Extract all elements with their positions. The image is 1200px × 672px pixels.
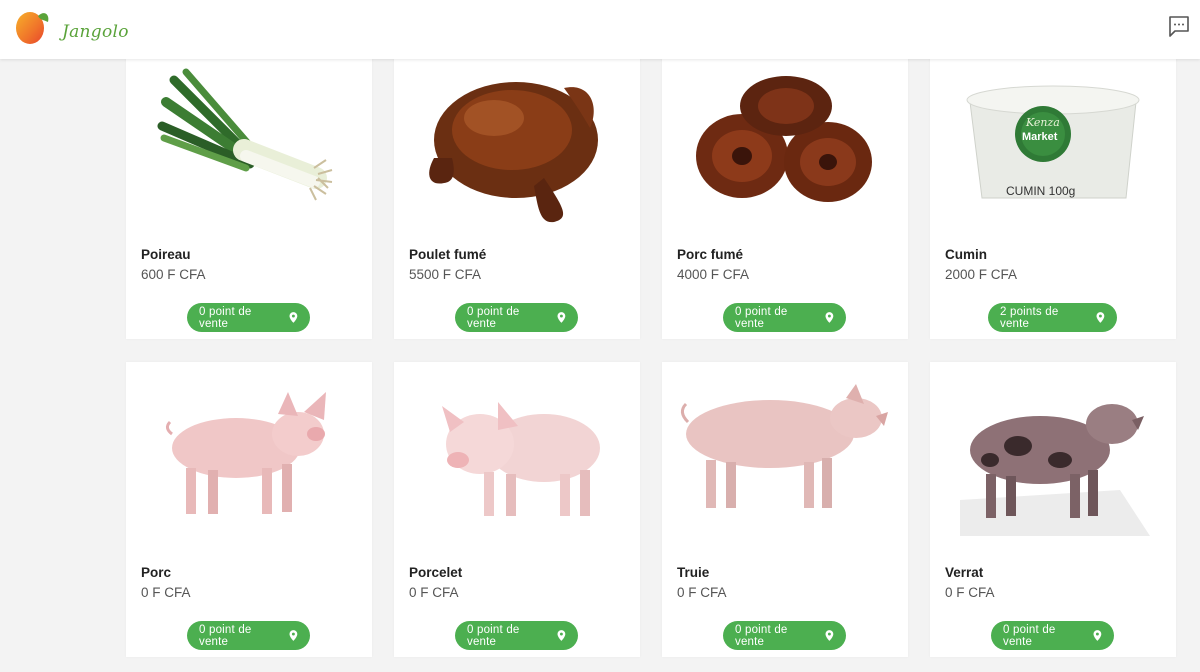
product-card[interactable]: Verrat 0 F CFA 0 point de vente: [930, 362, 1176, 657]
product-price: 600 F CFA: [141, 267, 206, 282]
points-of-sale-button[interactable]: 0 point de vente: [187, 303, 310, 332]
product-name: Porc fumé: [677, 247, 744, 262]
tub-label-market: Market: [1022, 131, 1058, 143]
points-of-sale-label: 0 point de vente: [735, 305, 788, 330]
points-of-sale-button[interactable]: 0 point de vente: [723, 621, 846, 650]
product-price: 4000 F CFA: [677, 267, 750, 282]
points-of-sale-label: 0 point de vente: [467, 305, 520, 330]
location-pin-icon: [1096, 312, 1105, 323]
product-name: Porc: [141, 565, 172, 580]
cumin-tub-image: Kenza Market CUMIN 100g: [930, 80, 1176, 210]
points-of-sale-label: 0 point de vente: [199, 623, 252, 648]
smoked-pork-image: [662, 70, 908, 210]
points-of-sale-label: 0 point de vente: [199, 305, 252, 330]
product-price: 5500 F CFA: [409, 267, 482, 282]
location-pin-icon: [289, 630, 298, 641]
piglet-image: [394, 386, 640, 526]
location-pin-icon: [825, 630, 834, 641]
pig-image: [126, 384, 372, 524]
product-name: Cumin: [945, 247, 987, 262]
product-price: 0 F CFA: [945, 585, 995, 600]
points-of-sale-button[interactable]: 2 points de vente: [988, 303, 1117, 332]
product-price: 2000 F CFA: [945, 267, 1018, 282]
product-price: 0 F CFA: [677, 585, 727, 600]
product-price: 0 F CFA: [409, 585, 459, 600]
smoked-chicken-image: [394, 58, 640, 226]
location-pin-icon: [557, 630, 566, 641]
product-name: Truie: [677, 565, 710, 580]
points-of-sale-button[interactable]: 0 point de vente: [723, 303, 846, 332]
product-card[interactable]: Porc 0 F CFA 0 point de vente: [126, 362, 372, 657]
jangolo-logo[interactable]: Jangolo: [14, 8, 128, 48]
points-of-sale-label: 2 points de vente: [1000, 305, 1059, 330]
boar-image: [930, 390, 1176, 536]
points-of-sale-button[interactable]: 0 point de vente: [991, 621, 1114, 650]
product-name: Poireau: [141, 247, 191, 262]
product-price: 0 F CFA: [141, 585, 191, 600]
product-card[interactable]: Porcelet 0 F CFA 0 point de vente: [394, 362, 640, 657]
product-name: Verrat: [945, 565, 984, 580]
product-grid: Poireau 600 F CFA 0 point de vente Poule…: [0, 0, 1200, 672]
points-of-sale-label: 0 point de vente: [735, 623, 788, 648]
product-name: Poulet fumé: [409, 247, 487, 262]
leek-image: [126, 60, 372, 220]
product-card[interactable]: Truie 0 F CFA 0 point de vente: [662, 362, 908, 657]
points-of-sale-label: 0 point de vente: [1003, 623, 1056, 648]
tub-label-product: CUMIN 100g: [1006, 184, 1076, 198]
logo-wordmark: Jangolo: [62, 22, 129, 42]
points-of-sale-button[interactable]: 0 point de vente: [455, 303, 578, 332]
top-app-bar: Jangolo: [0, 0, 1200, 59]
location-pin-icon: [557, 312, 566, 323]
location-pin-icon: [1093, 630, 1102, 641]
sow-image: [662, 382, 908, 522]
tub-label-brand: Kenza: [1026, 116, 1060, 129]
points-of-sale-button[interactable]: 0 point de vente: [187, 621, 310, 650]
chat-icon: [1169, 16, 1189, 37]
product-name: Porcelet: [409, 565, 463, 580]
location-pin-icon: [289, 312, 298, 323]
points-of-sale-label: 0 point de vente: [467, 623, 520, 648]
chat-button[interactable]: [1167, 14, 1191, 38]
location-pin-icon: [825, 312, 834, 323]
mango-logo-icon: [16, 12, 49, 44]
points-of-sale-button[interactable]: 0 point de vente: [455, 621, 578, 650]
